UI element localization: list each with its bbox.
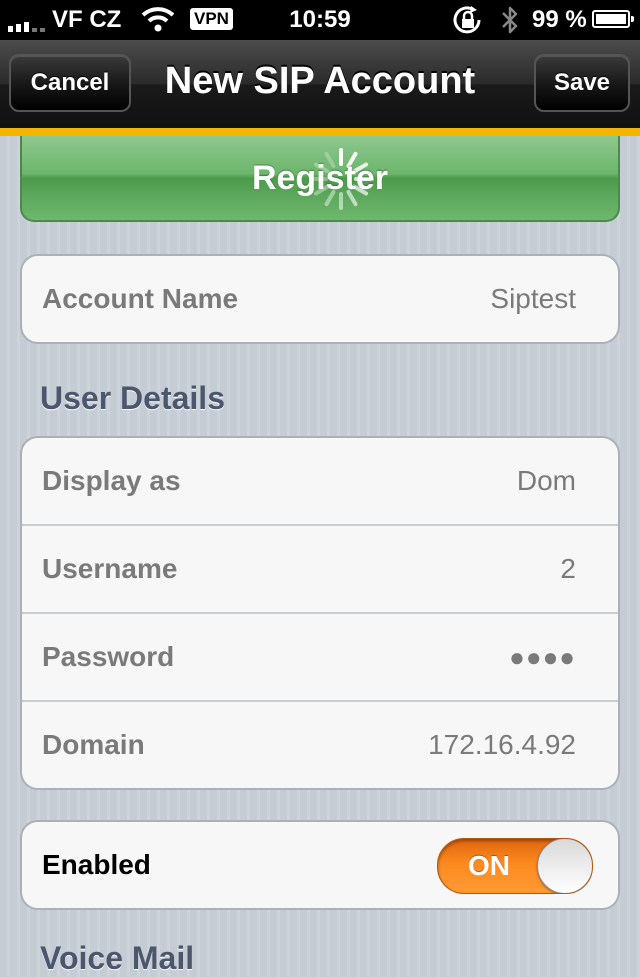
- password-label: Password: [42, 641, 175, 672]
- save-button[interactable]: Save: [534, 54, 630, 112]
- account-name-value: Siptest: [490, 283, 576, 314]
- enabled-label: Enabled: [42, 849, 151, 880]
- section-header-user-details: User Details: [40, 380, 225, 416]
- register-label: Register: [251, 159, 389, 197]
- username-label: Username: [42, 553, 178, 584]
- rotation-lock-icon: [453, 6, 481, 34]
- display-as-value: Dom: [516, 465, 576, 496]
- battery-icon: [592, 10, 634, 28]
- account-name-row[interactable]: Account Name Siptest: [22, 256, 618, 342]
- domain-label: Domain: [42, 729, 145, 760]
- password-row[interactable]: Password ●●●●: [22, 612, 618, 700]
- password-value: ●●●●: [509, 642, 576, 672]
- account-group: Account Name Siptest: [20, 254, 620, 344]
- username-value: 2: [560, 553, 576, 584]
- enabled-row: Enabled ON: [22, 822, 618, 908]
- bluetooth-icon: [502, 6, 518, 34]
- account-name-label: Account Name: [42, 283, 239, 314]
- display-as-label: Display as: [42, 465, 181, 496]
- navigation-bar: Cancel New SIP Account Save: [0, 40, 640, 136]
- section-header-voice-mail: Voice Mail: [40, 940, 195, 976]
- enabled-toggle[interactable]: ON: [437, 838, 593, 894]
- battery-percent: 99 %: [532, 6, 587, 33]
- display-as-row[interactable]: Display as Dom: [22, 438, 618, 524]
- domain-value: 172.16.4.92: [428, 729, 576, 760]
- status-bar: VF CZ VPN 10:59 99 %: [0, 0, 640, 40]
- enabled-group: Enabled ON: [20, 820, 620, 910]
- domain-row[interactable]: Domain 172.16.4.92: [22, 700, 618, 788]
- register-button[interactable]: Register: [20, 136, 620, 222]
- accent-bar: [0, 128, 640, 136]
- username-row[interactable]: Username 2: [22, 524, 618, 612]
- toggle-knob[interactable]: [537, 839, 592, 893]
- user-details-group: Display as Dom Username 2 Password ●●●● …: [20, 436, 620, 790]
- toggle-on-label: ON: [468, 850, 510, 881]
